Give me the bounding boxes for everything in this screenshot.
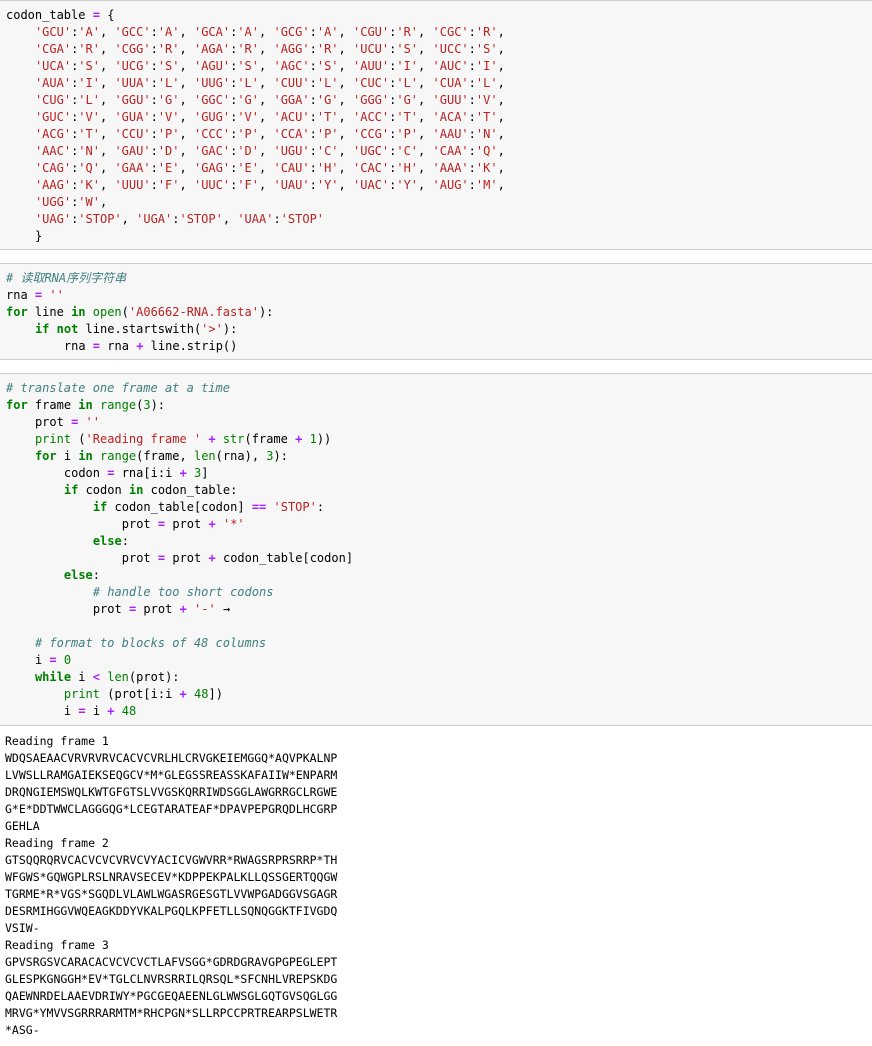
output-line: Reading frame 1 — [5, 734, 109, 748]
code-line: # format to blocks of 48 columns — [34, 636, 267, 650]
code-line: 'UCA':'S', 'UCG':'S', 'AGU':'S', 'AGC':'… — [34, 59, 505, 73]
code-editor-read-rna[interactable]: # 读取RNA序列字符串 rna = '' for line in open('A0… — [6, 270, 273, 355]
code-line: print (prot[i:i + 48]) — [63, 687, 223, 701]
code-line: # handle too short codons — [92, 585, 274, 599]
output-line: WFGWS*GQWGPLRSLNRAVSECEV*KDPPEKPALKLLQSS… — [5, 870, 338, 884]
code-line: print ('Reading frame ' + str(frame + 1)… — [34, 432, 332, 446]
code-line: rna = '' — [6, 288, 64, 302]
code-line: if codon in codon_table: — [63, 483, 238, 497]
code-line: else: — [63, 568, 101, 582]
code-line: 'AAC':'N', 'GAU':'D', 'GAC':'D', 'UGU':'… — [34, 144, 505, 158]
output-line: WDQSAEAACVRVRVRVCACVCVRLHLCRVGKEIEMGGQ*A… — [5, 751, 338, 765]
code-editor-translate[interactable]: # translate one frame at a time for frame… — [6, 380, 353, 720]
output-line: VSIW- — [5, 921, 40, 935]
code-line: 'CUG':'L', 'GGU':'G', 'GGC':'G', 'GGA':'… — [34, 93, 505, 107]
output-line: QAEWNRDELAAEVDRIWY*PGCGEQAEENLGLWWSGLGQT… — [5, 989, 338, 1003]
output-line: Reading frame 3 — [5, 938, 109, 952]
code-line: # translate one frame at a time — [6, 381, 230, 395]
code-line: rna = rna + line.strip() — [63, 339, 238, 353]
code-line: for i in range(frame, len(rna), 3): — [34, 449, 288, 463]
code-line: prot = prot + '-' → — [92, 602, 231, 616]
output-text: Reading frame 1 WDQSAEAACVRVRVRVCACVCVRLH… — [5, 733, 337, 1039]
code-line: 'CAG':'Q', 'GAA':'E', 'GAG':'E', 'CAU':'… — [34, 161, 505, 175]
output-line: GLESPKGNGGH*EV*TGLCLNVRSRRILQRSQL*SFCNHL… — [5, 972, 338, 986]
code-line: if not line.startswith('>'): — [34, 322, 238, 336]
code-line: for line in open('A06662-RNA.fasta'): — [6, 305, 274, 319]
code-line: prot = '' — [34, 415, 100, 429]
code-editor-codon-table[interactable]: codon_table = { 'GCU':'A', 'GCC':'A', 'G… — [6, 7, 505, 245]
code-line: i = 0 — [34, 653, 72, 667]
code-line: 'GCU':'A', 'GCC':'A', 'GCA':'A', 'GCG':'… — [34, 25, 505, 39]
code-line: } — [34, 229, 43, 243]
output-line: TGRME*R*VGS*SGQDLVLAWLWGASRGESGTLVVWPGAD… — [5, 887, 338, 901]
code-line: 'CGA':'R', 'CGG':'R', 'AGA':'R', 'AGG':'… — [34, 42, 505, 56]
translate-cell[interactable]: # translate one frame at a time for frame… — [0, 373, 872, 726]
code-line: 'AAG':'K', 'UUU':'F', 'UUC':'F', 'UAU':'… — [34, 178, 505, 192]
output-line: GTSQQRQRVCACVCVCVRVCVYACICVGWVRR*RWAGSRP… — [5, 853, 338, 867]
code-line: codon_table = { — [6, 8, 115, 22]
code-line: else: — [92, 534, 129, 548]
output-line: DESRMIHGGVWQEAGKDDYVKALPGQLKPFETLLSQNQGG… — [5, 904, 338, 918]
output-line: GPVSRGSVCARACACVCVCVCTLAFVSGG*GDRDGRAVGP… — [5, 955, 338, 969]
code-line: i = i + 48 — [63, 704, 137, 718]
output-line: G*E*DDTWWCLAGGGQG*LCEGTARATEAF*DPAVPEPGR… — [5, 802, 338, 816]
code-line: 'UAG':'STOP', 'UGA':'STOP', 'UAA':'STOP' — [34, 212, 325, 226]
code-line: prot = prot + codon_table[codon] — [121, 551, 354, 565]
code-line: 'ACG':'T', 'CCU':'P', 'CCC':'P', 'CCA':'… — [34, 127, 505, 141]
output-line: *ASG- — [5, 1023, 40, 1037]
read-rna-cell[interactable]: # 读取RNA序列字符串 rna = '' for line in open('A0… — [0, 263, 872, 360]
code-line: while i < len(prot): — [34, 670, 180, 684]
code-line: 'UGG':'W', — [34, 195, 108, 209]
output-line: DRQNGIEMSWQLKWTGFGTSLVVGSKQRRIWDSGGLAWGR… — [5, 785, 338, 799]
output-line: Reading frame 2 — [5, 836, 109, 850]
code-line: if codon_table[codon] == 'STOP': — [92, 500, 325, 514]
output-line: GEHLA — [5, 819, 40, 833]
code-line: prot = prot + '*' — [121, 517, 245, 531]
codon-table-cell[interactable]: codon_table = { 'GCU':'A', 'GCC':'A', 'G… — [0, 0, 872, 250]
code-line: 'GUC':'V', 'GUA':'V', 'GUG':'V', 'ACU':'… — [34, 110, 505, 124]
code-line: 'AUA':'I', 'UUA':'L', 'UUG':'L', 'CUU':'… — [34, 76, 505, 90]
output-line: LVWSLLRAMGAIEKSEQGCV*M*GLEGSSREASSKAFAII… — [5, 768, 338, 782]
code-line: # 读取RNA序列字符串 — [6, 271, 127, 285]
output-line: MRVG*YMVVSGRRRARMTM*RHCPGN*SLLRPCCPRTREA… — [5, 1006, 338, 1020]
code-line: for frame in range(3): — [6, 398, 166, 412]
code-line: codon = rna[i:i + 3] — [63, 466, 209, 480]
